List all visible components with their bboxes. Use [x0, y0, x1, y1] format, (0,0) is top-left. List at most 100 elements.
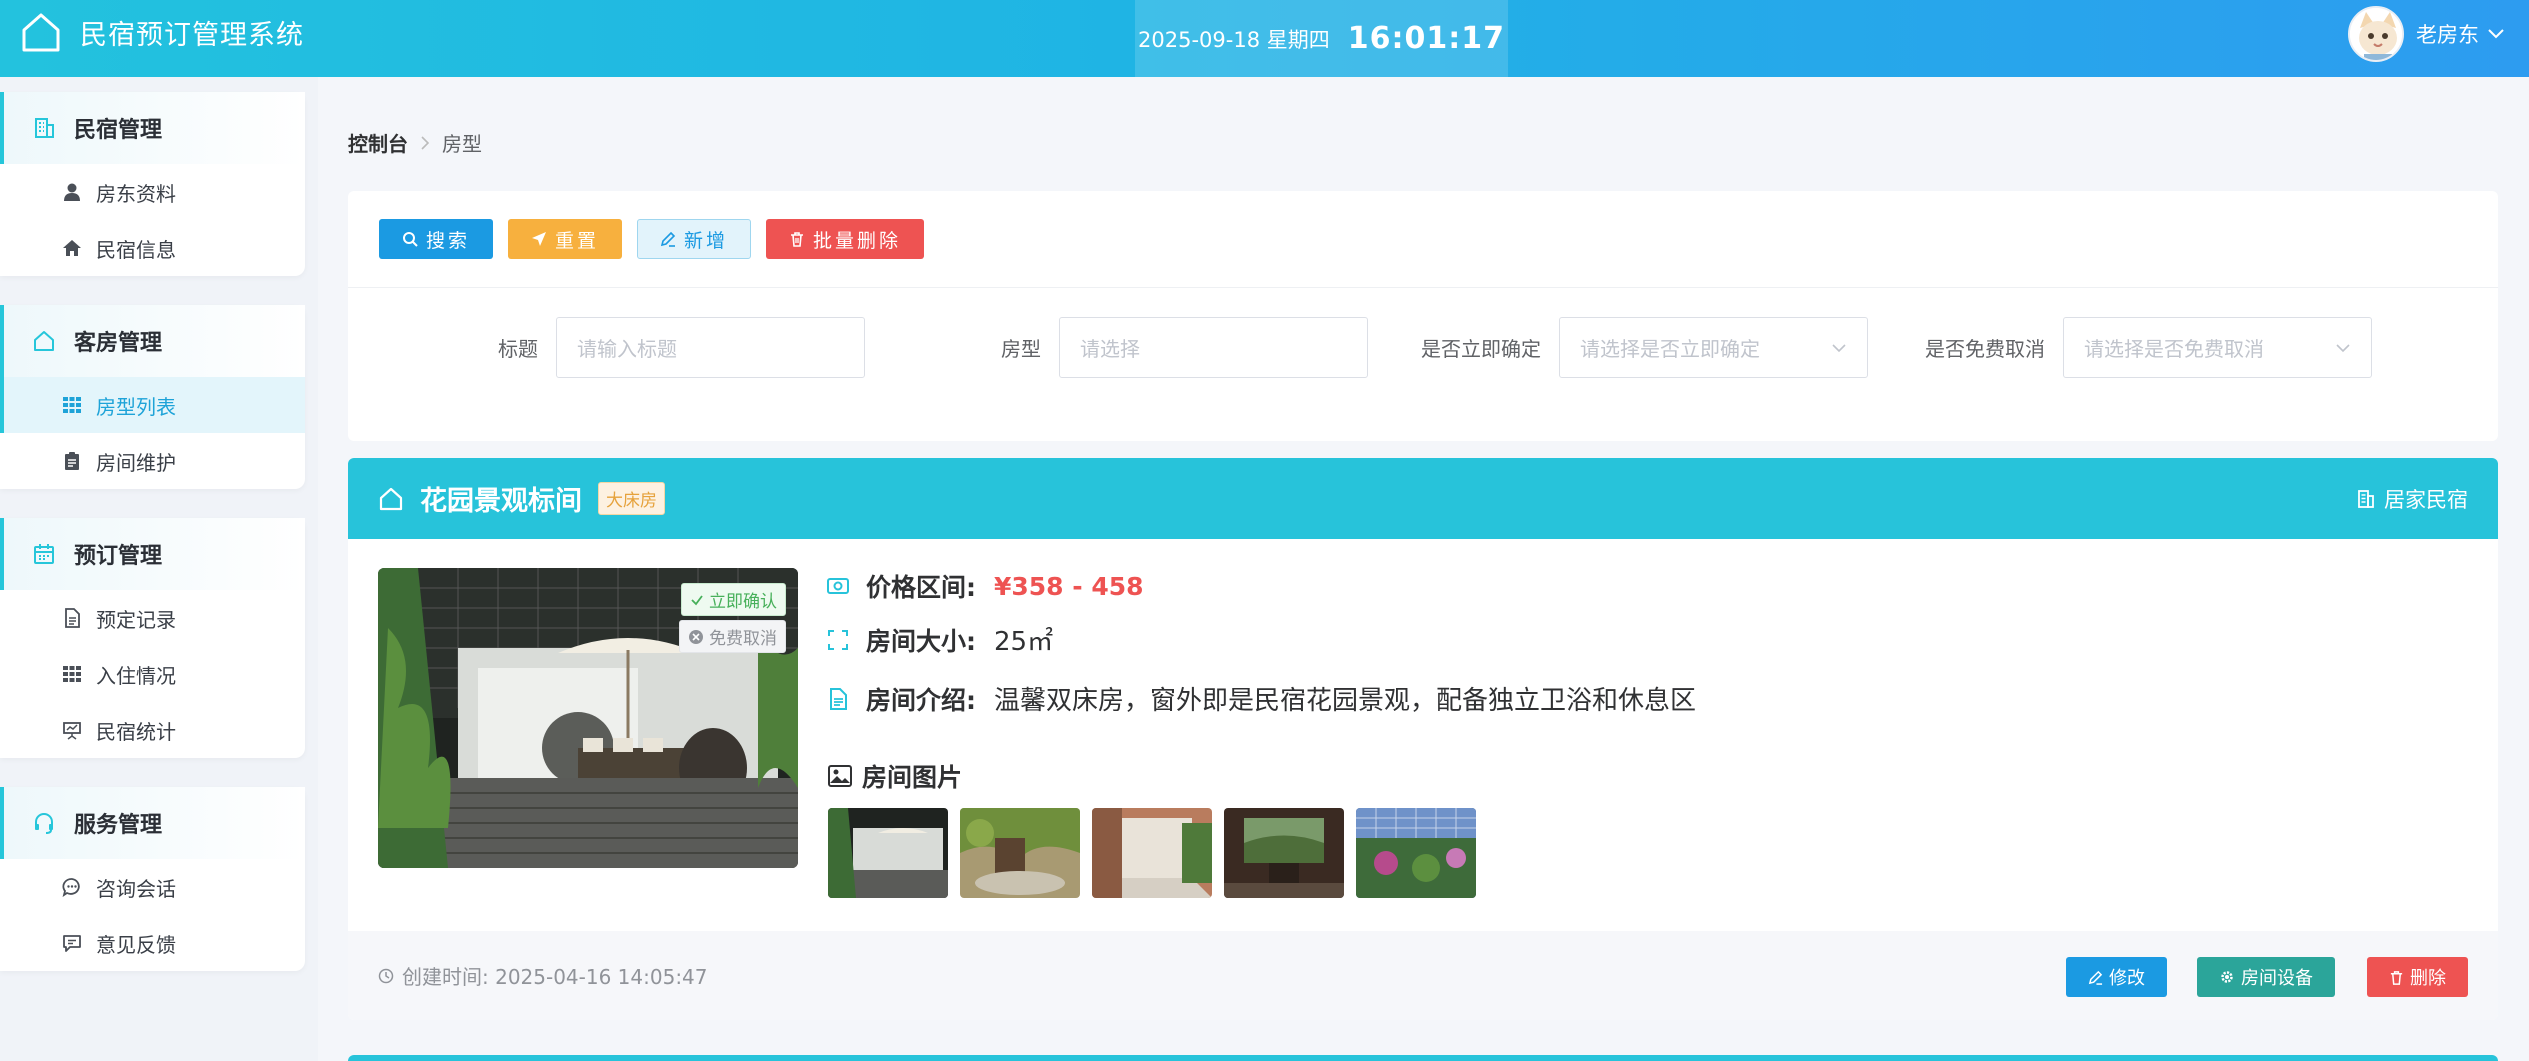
home-icon [20, 11, 62, 53]
trash-icon [789, 231, 805, 247]
room-thumbnail[interactable] [1224, 808, 1344, 898]
host-label: 居家民宿 [2384, 487, 2468, 512]
sidebar-item-feedback[interactable]: 意见反馈 [0, 915, 305, 971]
grid-icon [62, 664, 82, 684]
room-devices-button-label: 房间设备 [2241, 968, 2313, 989]
intro-label: 房间介绍: [866, 685, 976, 715]
edit-button[interactable]: 修改 [2066, 957, 2167, 997]
room-thumbnail[interactable] [1092, 808, 1212, 898]
sidebar-item-checkin[interactable]: 入住情况 [0, 646, 305, 702]
menu-title-service[interactable]: 服务管理 [0, 787, 305, 859]
clock-icon [378, 968, 394, 984]
headset-icon [32, 811, 56, 835]
gallery-thumbnails [828, 808, 1488, 898]
house-icon [62, 238, 82, 258]
check-icon [690, 593, 704, 607]
sidebar-item-homestay-info[interactable]: 民宿信息 [0, 220, 305, 276]
instant-confirm-placeholder: 请选择是否立即确定 [1580, 337, 1760, 361]
building-icon [32, 116, 56, 140]
breadcrumb-root[interactable]: 控制台 [348, 128, 408, 157]
price-label: 价格区间: [866, 573, 976, 602]
gallery-title-label: 房间图片 [862, 763, 963, 792]
room-main-photo[interactable]: 立即确认 免费取消 [378, 568, 798, 868]
menu-group-rooms: 客房管理 房型列表 房间维护 [0, 305, 305, 489]
room-thumbnail[interactable] [1356, 808, 1476, 898]
sidebar-item-label: 意见反馈 [96, 932, 176, 957]
filter-instant-confirm-label: 是否立即确定 [1421, 337, 1541, 361]
home-icon [32, 329, 56, 353]
expand-icon [826, 628, 850, 652]
instant-confirm-badge: 立即确认 [681, 583, 786, 616]
menu-title-label: 预订管理 [74, 544, 163, 569]
document-icon [826, 687, 850, 711]
document-icon [62, 608, 82, 628]
menu-group-homestay: 民宿管理 房东资料 民宿信息 [0, 92, 305, 276]
search-button[interactable]: 搜索 [379, 219, 494, 259]
header-clock: 2025-09-18 星期四 16:01:17 [1135, 0, 1508, 77]
reset-button[interactable]: 重置 [508, 219, 623, 259]
filter-room-type: 房型 请选择 [1001, 317, 1368, 378]
home-icon [378, 486, 404, 512]
free-cancel-select[interactable]: 请选择是否免费取消 [2063, 317, 2372, 378]
gallery-title: 房间图片 [828, 758, 962, 794]
chevron-down-icon[interactable] [2487, 28, 2505, 40]
intro-value: 温馨双床房，窗外即是民宿花园景观，配备独立卫浴和休息区 [994, 686, 1697, 716]
delete-button[interactable]: 删除 [2367, 957, 2468, 997]
chevron-down-icon [2335, 343, 2351, 353]
filter-free-cancel-label: 是否免费取消 [1925, 337, 2045, 361]
search-icon [402, 231, 418, 247]
sidebar-item-room-types[interactable]: 房型列表 [0, 377, 305, 433]
instant-confirm-select[interactable]: 请选择是否立即确定 [1559, 317, 1868, 378]
presentation-icon [62, 720, 82, 740]
clock-date: 2025-09-18 星期四 [1138, 27, 1330, 52]
sidebar-item-consult[interactable]: 咨询会话 [0, 859, 305, 915]
free-cancel-badge: 免费取消 [679, 620, 786, 653]
sidebar-item-statistics[interactable]: 民宿统计 [0, 702, 305, 758]
menu-title-label: 客房管理 [74, 331, 163, 356]
calendar-icon [32, 542, 56, 566]
price-row: 价格区间: ¥358 - 458 [826, 568, 1144, 604]
trash-icon [2389, 970, 2404, 985]
sidebar-item-room-maintenance[interactable]: 房间维护 [0, 433, 305, 489]
filter-free-cancel: 是否免费取消 请选择是否免费取消 [1925, 317, 2372, 378]
room-type-input-placeholder: 请选择 [1080, 337, 1140, 361]
menu-title-homestay[interactable]: 民宿管理 [0, 92, 305, 164]
grid-icon [62, 395, 82, 415]
room-devices-button[interactable]: 房间设备 [2197, 957, 2335, 997]
close-circle-icon [688, 629, 704, 645]
send-icon [531, 231, 547, 247]
room-thumbnail[interactable] [960, 808, 1080, 898]
price-value: ¥358 - 458 [994, 571, 1144, 601]
room-card-footer: 创建时间: 2025-04-16 14:05:47 修改 房间设备 删除 [348, 931, 2498, 1020]
sidebar-item-booking-records[interactable]: 预定记录 [0, 590, 305, 646]
size-value: 25㎡ [994, 627, 1054, 657]
breadcrumb: 控制台 房型 [348, 128, 482, 157]
host-name: 居家民宿 [2356, 458, 2468, 539]
toolbar: 搜索 重置 新增 批量删除 [348, 191, 2498, 288]
room-thumbnail[interactable] [828, 808, 948, 898]
user-menu[interactable]: 老房东 [2348, 6, 2505, 62]
user-name: 老房东 [2416, 23, 2479, 47]
top-header: 民宿预订管理系统 2025-09-18 星期四 16:01:17 老房东 [0, 0, 2529, 77]
batch-delete-button[interactable]: 批量删除 [766, 219, 925, 259]
reset-button-label: 重置 [555, 229, 600, 252]
menu-title-rooms[interactable]: 客房管理 [0, 305, 305, 377]
batch-delete-button-label: 批量删除 [813, 229, 902, 252]
app-logo[interactable]: 民宿预订管理系统 [20, 11, 304, 53]
building-icon [2356, 489, 2376, 509]
room-type-tag: 大床房 [598, 482, 665, 515]
delete-button-label: 删除 [2410, 968, 2446, 989]
search-panel: 搜索 重置 新增 批量删除 标题 请输入标题 房型 请选择 是否立即确定 请选择… [348, 191, 2498, 441]
menu-title-bookings[interactable]: 预订管理 [0, 518, 305, 590]
sidebar-item-landlord[interactable]: 房东资料 [0, 164, 305, 220]
sidebar: 民宿管理 房东资料 民宿信息 客房管理 房型列表 房间维护 预订管理 预定记录 … [0, 77, 318, 1061]
sidebar-item-label: 咨询会话 [96, 876, 176, 901]
room-type-input[interactable]: 请选择 [1059, 317, 1368, 378]
add-button-label: 新增 [684, 229, 729, 252]
avatar[interactable] [2348, 6, 2404, 62]
size-label: 房间大小: [866, 626, 976, 656]
title-input[interactable]: 请输入标题 [556, 317, 865, 378]
add-button[interactable]: 新增 [637, 219, 752, 259]
free-cancel-placeholder: 请选择是否免费取消 [2084, 337, 2264, 361]
menu-title-label: 民宿管理 [74, 118, 163, 143]
